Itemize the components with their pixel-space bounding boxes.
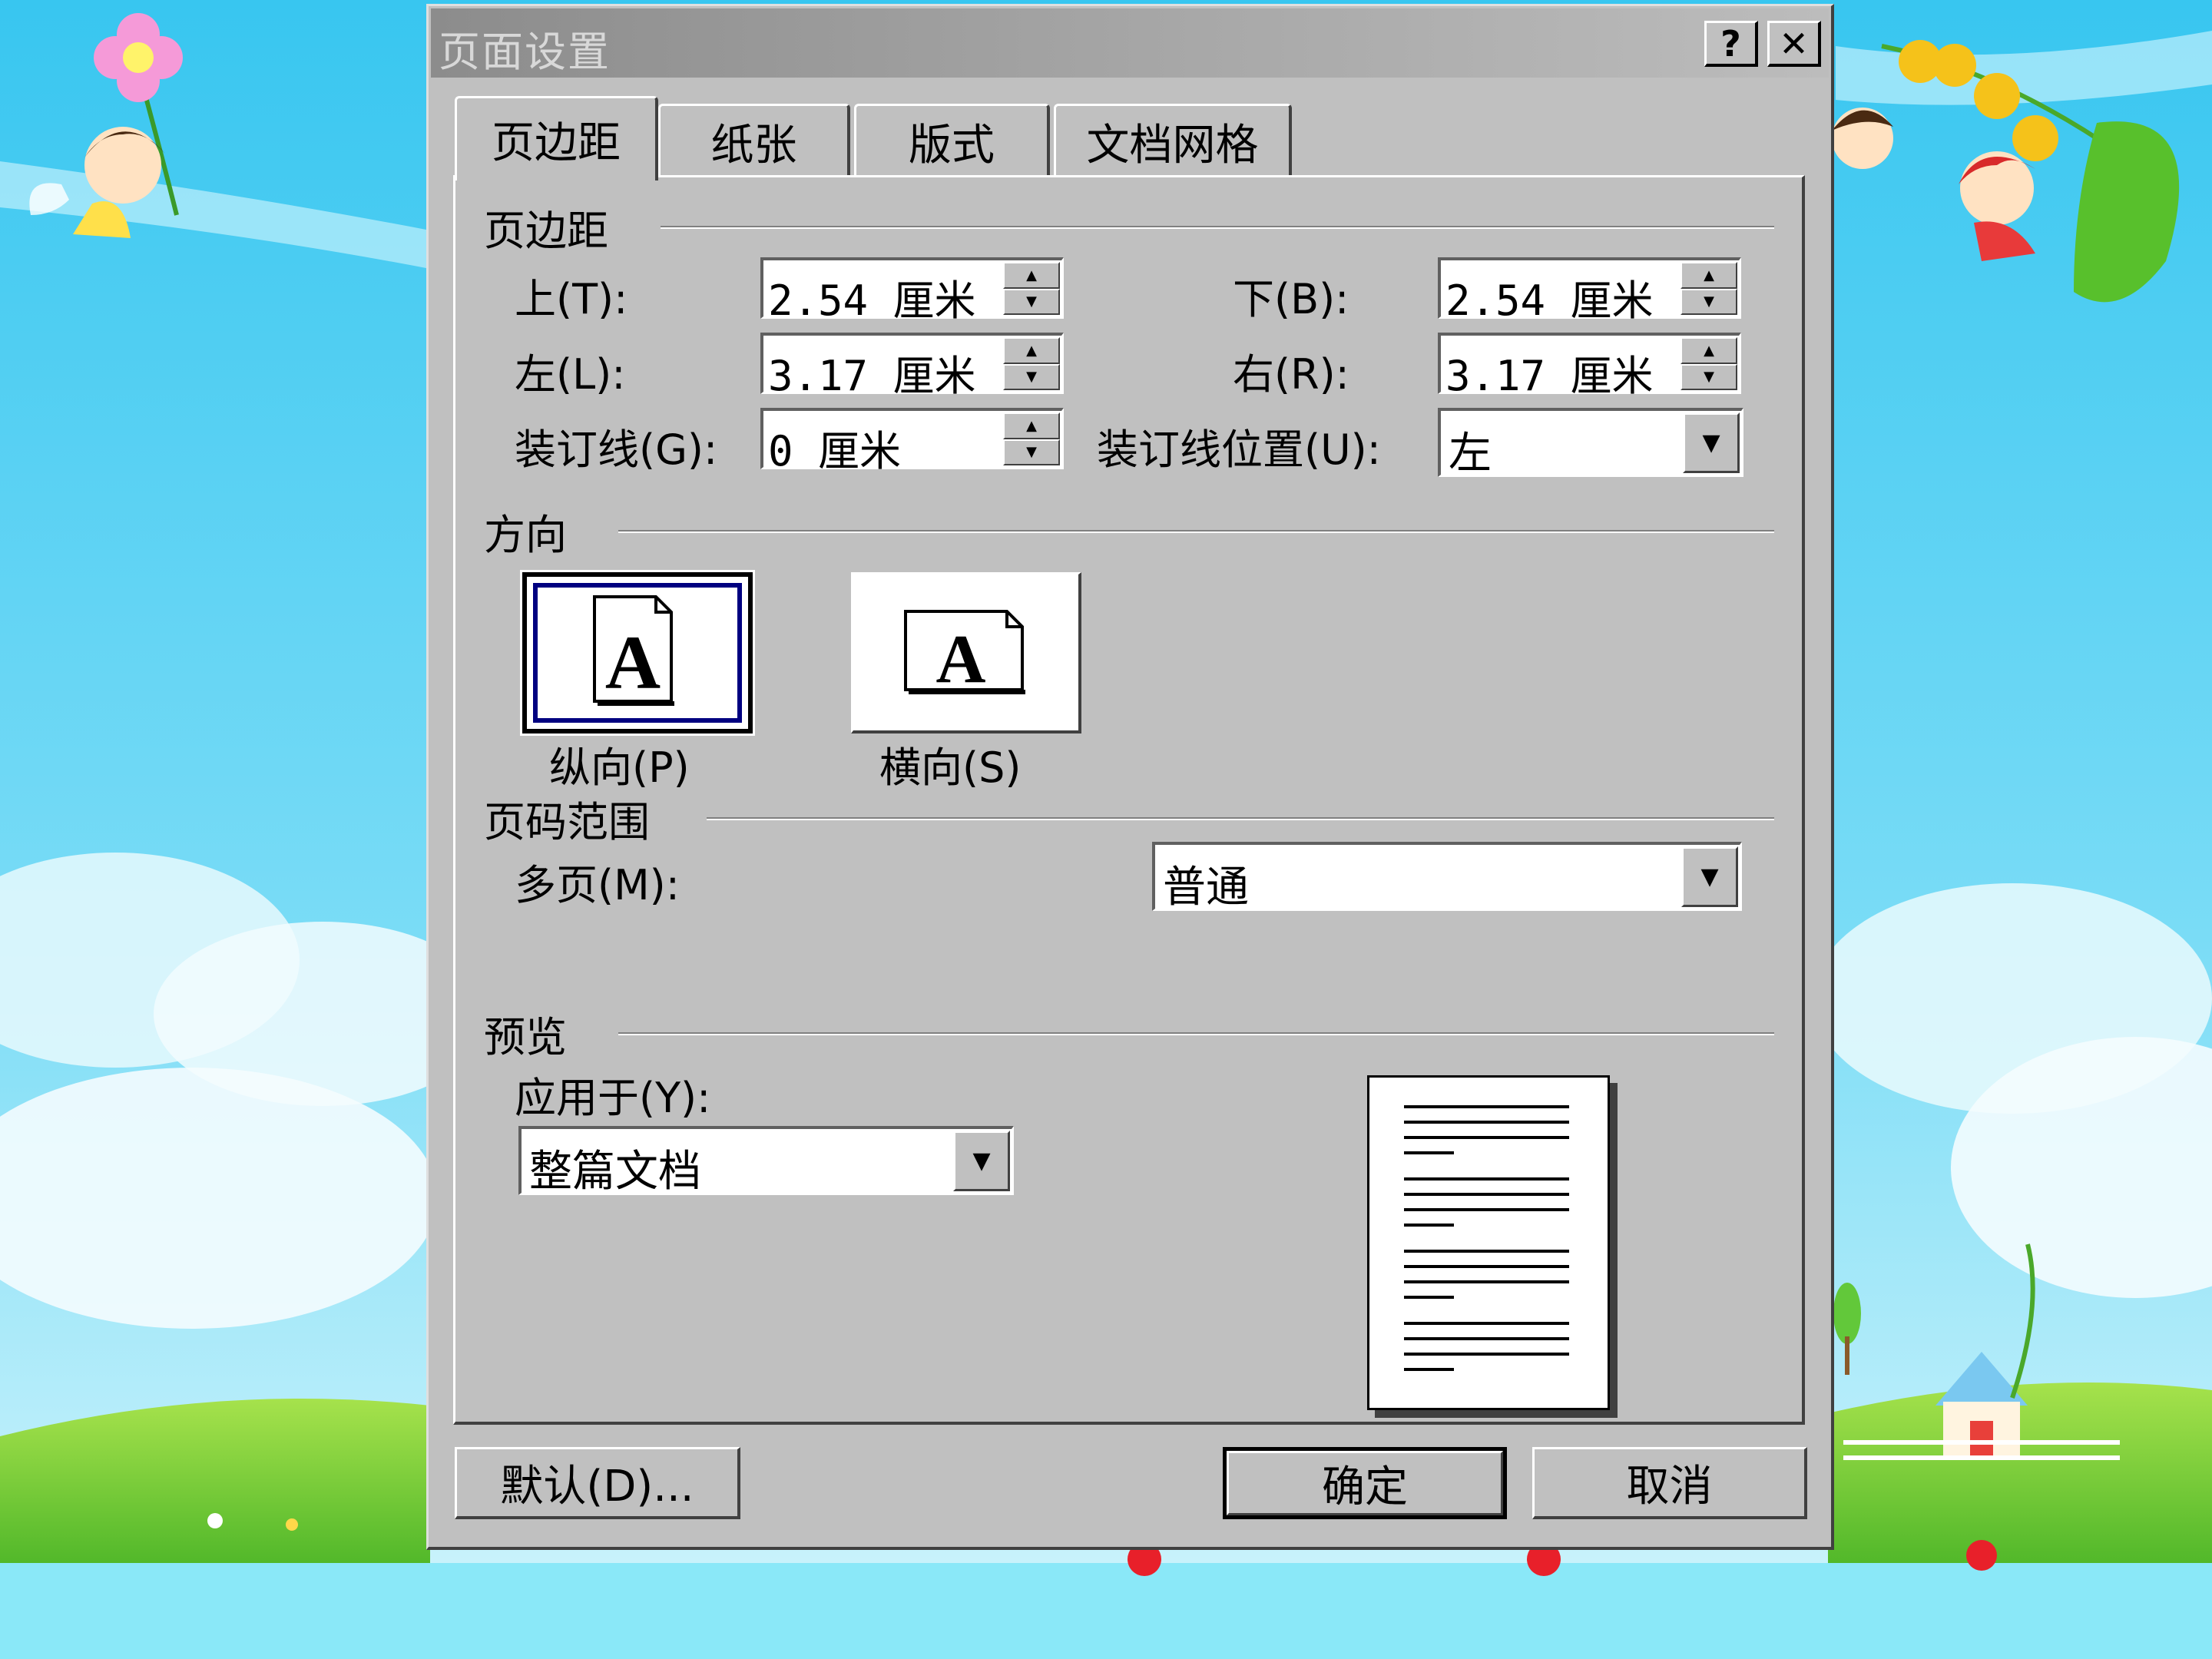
gutter-position-select[interactable]: 左 ▼: [1438, 408, 1743, 478]
section-divider: [618, 530, 1774, 533]
dropdown-arrow-icon[interactable]: ▼: [1683, 412, 1740, 473]
cancel-button[interactable]: 取消: [1532, 1447, 1807, 1519]
spin-down-icon[interactable]: ▼: [1003, 439, 1060, 465]
portrait-letter: A: [605, 620, 661, 705]
default-button-label: 默认(D)...: [500, 1462, 694, 1512]
gutter-value[interactable]: 0 厘米: [768, 417, 901, 478]
margins-section-title: 页边距: [484, 207, 608, 255]
spin-up-icon[interactable]: ▲: [1681, 262, 1737, 289]
spin-down-icon[interactable]: ▼: [1681, 288, 1737, 315]
landscape-label[interactable]: 横向(S): [879, 733, 1021, 794]
tab-paper[interactable]: 纸张: [658, 104, 850, 177]
multiple-pages-select[interactable]: 普通 ▼: [1152, 842, 1742, 912]
spin-up-icon[interactable]: ▲: [1681, 337, 1737, 364]
gutter-label: 装订线(G):: [515, 426, 718, 474]
left-margin-spinner[interactable]: 3.17 厘米 ▲ ▼: [760, 333, 1064, 400]
bottom-margin-label: 下(B):: [1233, 275, 1349, 323]
gutter-spinner[interactable]: 0 厘米 ▲ ▼: [760, 408, 1064, 475]
preview-section-title: 预览: [484, 1013, 567, 1061]
apply-to-select[interactable]: 整篇文档 ▼: [518, 1126, 1014, 1197]
left-margin-label: 左(L):: [515, 350, 626, 399]
right-margin-value[interactable]: 3.17 厘米: [1445, 342, 1654, 402]
section-divider: [618, 1032, 1774, 1035]
tab-document-grid[interactable]: 文档网格: [1054, 104, 1292, 177]
tab-layout-label: 版式: [909, 121, 995, 171]
left-margin-value[interactable]: 3.17 厘米: [768, 342, 976, 402]
right-margin-label: 右(R):: [1233, 350, 1349, 399]
section-divider: [661, 226, 1774, 229]
dialog-title: 页面设置: [439, 28, 611, 76]
close-button[interactable]: ✕: [1767, 21, 1821, 67]
tab-margins-label: 页边距: [492, 118, 621, 168]
tab-paper-label: 纸张: [710, 121, 797, 171]
portrait-label[interactable]: 纵向(P): [549, 733, 690, 794]
spin-up-icon[interactable]: ▲: [1003, 262, 1060, 289]
cancel-button-label: 取消: [1626, 1462, 1713, 1512]
help-button[interactable]: ?: [1704, 21, 1758, 67]
landscape-page-icon: A: [904, 610, 1025, 697]
portrait-page-icon: A: [593, 595, 674, 706]
tab-layout[interactable]: 版式: [854, 104, 1050, 177]
gutter-position-label: 装订线位置(U):: [1097, 426, 1381, 474]
multiple-pages-value: 普通: [1163, 863, 1249, 912]
tab-margins[interactable]: 页边距: [455, 96, 658, 180]
bottom-margin-value[interactable]: 2.54 厘米: [1445, 267, 1654, 327]
page-preview: [1367, 1075, 1610, 1410]
portrait-option[interactable]: A: [520, 570, 755, 736]
apply-to-value: 整篇文档: [529, 1147, 701, 1197]
section-divider: [707, 817, 1774, 820]
orientation-section-title: 方向: [484, 511, 567, 559]
help-icon: ?: [1720, 22, 1741, 65]
title-bar[interactable]: 页面设置 ? ✕: [431, 8, 1829, 78]
dropdown-arrow-icon[interactable]: ▼: [1681, 846, 1738, 907]
gutter-position-value: 左: [1449, 429, 1492, 478]
spin-up-icon[interactable]: ▲: [1003, 337, 1060, 364]
landscape-option[interactable]: A: [851, 572, 1081, 733]
preview-lines: [1404, 1105, 1569, 1371]
multiple-pages-label: 多页(M):: [515, 861, 680, 909]
tab-document-grid-label: 文档网格: [1086, 121, 1259, 171]
ok-button-label: 确定: [1322, 1462, 1408, 1512]
top-margin-value[interactable]: 2.54 厘米: [768, 267, 976, 327]
spin-down-icon[interactable]: ▼: [1003, 288, 1060, 315]
top-margin-label: 上(T):: [515, 275, 628, 323]
ok-button[interactable]: 确定: [1223, 1447, 1507, 1519]
default-button[interactable]: 默认(D)...: [455, 1447, 740, 1519]
close-icon: ✕: [1779, 22, 1809, 65]
spin-down-icon[interactable]: ▼: [1003, 363, 1060, 390]
dropdown-arrow-icon[interactable]: ▼: [953, 1131, 1010, 1191]
apply-to-label: 应用于(Y):: [515, 1074, 711, 1122]
right-margin-spinner[interactable]: 3.17 厘米 ▲ ▼: [1438, 333, 1741, 400]
pages-section-title: 页码范围: [484, 798, 650, 846]
top-margin-spinner[interactable]: 2.54 厘米 ▲ ▼: [760, 257, 1064, 325]
landscape-letter: A: [936, 621, 986, 697]
spin-down-icon[interactable]: ▼: [1681, 363, 1737, 390]
bottom-margin-spinner[interactable]: 2.54 厘米 ▲ ▼: [1438, 257, 1741, 325]
spin-up-icon[interactable]: ▲: [1003, 412, 1060, 439]
